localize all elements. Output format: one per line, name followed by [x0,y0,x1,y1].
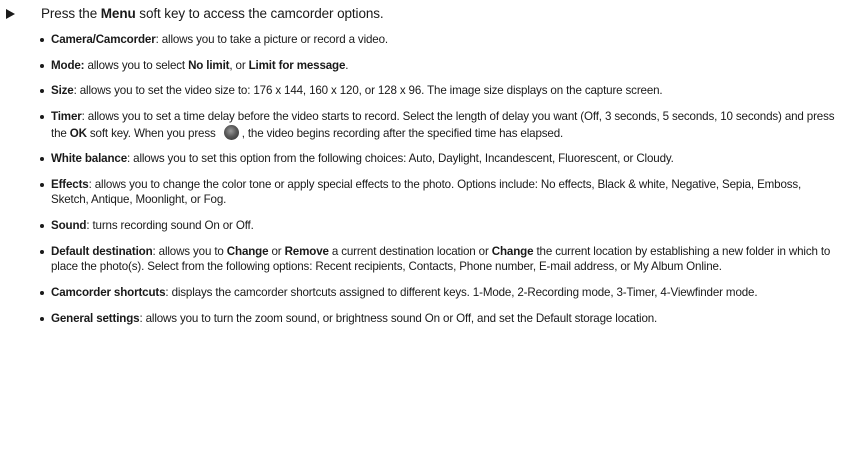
option-timer: Timer: allows you to set a time delay be… [38,109,838,141]
option-white-balance: White balance: allows you to set this op… [38,151,838,167]
option-effects: Effects: allows you to change the color … [38,177,838,208]
option-mode: Mode: allows you to select No limit, or … [38,58,838,74]
menu-key-label: Menu [100,6,136,21]
step-arrow-icon [6,9,15,19]
option-default-destination: Default destination: allows you to Chang… [38,244,838,275]
camera-key-icon [223,124,239,140]
camcorder-options-list: Camera/Camcorder: allows you to take a p… [38,32,838,336]
option-sound: Sound: turns recording sound On or Off. [38,218,838,234]
instruction-text: Press the Menu soft key to access the ca… [41,6,384,21]
option-camera-camcorder: Camera/Camcorder: allows you to take a p… [38,32,838,48]
option-size: Size: allows you to set the video size t… [38,83,838,99]
option-general-settings: General settings: allows you to turn the… [38,311,838,327]
option-camcorder-shortcuts: Camcorder shortcuts: displays the camcor… [38,285,838,301]
